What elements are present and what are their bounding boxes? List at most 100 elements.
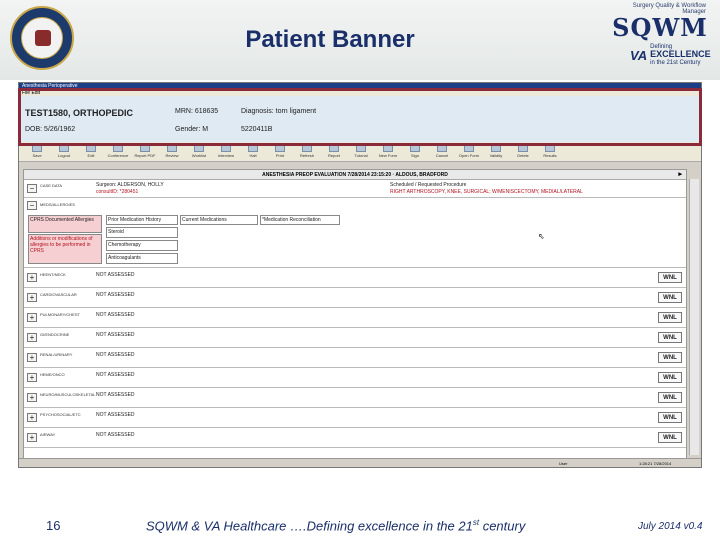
toolbar-button-label: New Form xyxy=(378,153,398,158)
section-name: NEURO/MUSCULOSKELETAL xyxy=(40,392,96,397)
section-list: + HEENT/NECK NOT ASSESSED WNL + CARDIOVASCULA… xyxy=(24,268,686,448)
toolbar-button-label: Tutorial xyxy=(354,153,368,158)
slide: Patient Banner Surgery Quality & Workflo… xyxy=(0,0,720,540)
section-status: NOT ASSESSED xyxy=(96,272,135,278)
toolbar-button-label: Results xyxy=(543,153,557,158)
footer-text: SQWM & VA Healthcare ….Defining excellen… xyxy=(146,518,525,533)
section-row: + GI/ENDOCRINE NOT ASSESSED WNL xyxy=(24,328,686,348)
expand-button[interactable]: + xyxy=(27,333,37,342)
surgeon-label: Surgeon: ALDERSON, HOLLY xyxy=(96,182,164,188)
toolbar-button-label: Print xyxy=(275,153,285,158)
footer-main: SQWM & VA Healthcare ….Defining excellen… xyxy=(146,518,473,534)
toolbar-button-label: Report xyxy=(327,153,340,158)
page-number: 16 xyxy=(46,518,61,533)
expand-button[interactable]: + xyxy=(27,353,37,362)
wnl-button[interactable]: WNL xyxy=(658,432,682,443)
expand-button[interactable]: + xyxy=(27,273,37,282)
consult-label: consultID: *280451 xyxy=(96,189,139,195)
expand-button[interactable]: + xyxy=(27,413,37,422)
form-title-bar: ANESTHESIA PREOP EVALUATION 7/28/2014 23… xyxy=(24,170,686,180)
wnl-button[interactable]: WNL xyxy=(658,272,682,283)
current-medications-tab[interactable]: Current Medications xyxy=(180,215,258,225)
expand-button[interactable]: + xyxy=(27,373,37,382)
form-toggle-button[interactable]: ▸ xyxy=(678,170,682,180)
collapse-button[interactable]: − xyxy=(27,184,37,193)
collapse-button[interactable]: − xyxy=(27,201,37,210)
section-name: PULMONARY/CHEST xyxy=(40,312,80,317)
section-name: GI/ENDOCRINE xyxy=(40,332,70,337)
section-name: HEENT/NECK xyxy=(40,272,66,277)
toolbar-button-label: Delete xyxy=(517,153,529,158)
case-data-label: CASE DATA xyxy=(40,183,63,188)
status-time: 1:28:21 7/28/2014 xyxy=(639,461,672,466)
patient-banner-highlight xyxy=(18,88,702,146)
med-history-item[interactable]: Chemotherapy xyxy=(106,240,178,251)
section-row: + NEURO/MUSCULOSKELETAL NOT ASSESSED WNL xyxy=(24,388,686,408)
wnl-button[interactable]: WNL xyxy=(658,392,682,403)
section-name: CARDIOVASCULAR xyxy=(40,292,77,297)
meds-allergies-row: − MEDS/ALLERGIES CPRS Documented Allergi… xyxy=(24,198,686,268)
wnl-button[interactable]: WNL xyxy=(658,372,682,383)
va-tagline: Defining EXCELLENCE in the 21st Century xyxy=(650,44,711,67)
va-excellence-row: VA Defining EXCELLENCE in the 21st Centu… xyxy=(630,44,711,67)
toolbar-button-label: Refresh xyxy=(299,153,314,158)
section-row: + HEME/ONCO NOT ASSESSED WNL xyxy=(24,368,686,388)
slide-header: Patient Banner Surgery Quality & Workflo… xyxy=(0,0,720,80)
toolbar-button-label: Conference xyxy=(107,153,129,158)
wnl-button[interactable]: WNL xyxy=(658,352,682,363)
med-reconciliation-tab[interactable]: *Medication Reconciliation xyxy=(260,215,340,225)
status-bar: User 1:28:21 7/28/2014 xyxy=(19,458,701,467)
vertical-scrollbar[interactable] xyxy=(689,179,699,455)
section-status: NOT ASSESSED xyxy=(96,352,135,358)
sqwm-logo: Surgery Quality & Workflow Manager SQWM … xyxy=(610,3,711,77)
toolbar-button-label: Cancel xyxy=(435,153,449,158)
section-status: NOT ASSESSED xyxy=(96,292,135,298)
section-name: AIRWAY xyxy=(40,432,56,437)
expand-button[interactable]: + xyxy=(27,313,37,322)
excellence-text: EXCELLENCE xyxy=(650,49,711,59)
case-data-row: − CASE DATA Surgeon: ALDERSON, HOLLY con… xyxy=(24,180,686,198)
med-history-item[interactable]: Anticoagulants xyxy=(106,253,178,264)
section-row: + AIRWAY NOT ASSESSED WNL xyxy=(24,428,686,448)
century-text: in the 21st Century xyxy=(650,60,701,66)
scheduled-label: Scheduled / Requested Procedure xyxy=(390,182,467,188)
toolbar-button-label: Logout xyxy=(57,153,71,158)
mouse-cursor-icon: ⇖ xyxy=(538,232,545,241)
section-status: NOT ASSESSED xyxy=(96,392,135,398)
wnl-button[interactable]: WNL xyxy=(658,292,682,303)
sqwm-wordmark: SQWM xyxy=(612,13,708,42)
section-status: NOT ASSESSED xyxy=(96,412,135,418)
toolbar-button-label: Halt xyxy=(249,153,257,158)
toolbar-button-label: Worklist xyxy=(191,153,207,158)
section-name: PSYCHOSOCIAL/ETC xyxy=(40,412,81,417)
toolbar-button-label: Edit xyxy=(87,153,95,158)
cprs-allergies-box: CPRS Documented Allergies xyxy=(28,215,102,233)
preop-form: ANESTHESIA PREOP EVALUATION 7/28/2014 23… xyxy=(23,169,687,459)
expand-button[interactable]: + xyxy=(27,393,37,402)
med-history-item[interactable]: Steroid xyxy=(106,227,178,238)
section-row: + HEENT/NECK NOT ASSESSED WNL xyxy=(24,268,686,288)
expand-button[interactable]: + xyxy=(27,433,37,442)
toolbar-button-label: Interview xyxy=(217,153,234,158)
section-name: HEME/ONCO xyxy=(40,372,65,377)
expand-button[interactable]: + xyxy=(27,293,37,302)
section-status: NOT ASSESSED xyxy=(96,372,135,378)
footer-version: July 2014 v0.4 xyxy=(638,521,703,532)
meds-allergies-label: MEDS/ALLERGIES xyxy=(40,202,75,207)
toolbar-button-label: Save xyxy=(32,153,42,158)
section-status: NOT ASSESSED xyxy=(96,312,135,318)
toolbar-button-label: Open Form xyxy=(458,153,480,158)
allergy-additions-box: Additions or modifications of allergies … xyxy=(28,234,102,264)
section-row: + PSYCHOSOCIAL/ETC NOT ASSESSED WNL xyxy=(24,408,686,428)
form-title: ANESTHESIA PREOP EVALUATION 7/28/2014 23… xyxy=(262,172,448,178)
wnl-button[interactable]: WNL xyxy=(658,332,682,343)
slide-title: Patient Banner xyxy=(245,26,415,53)
prior-med-history-tab[interactable]: Prior Medication History xyxy=(106,215,178,225)
wnl-button[interactable]: WNL xyxy=(658,412,682,423)
section-row: + RENAL/URINARY NOT ASSESSED WNL xyxy=(24,348,686,368)
section-status: NOT ASSESSED xyxy=(96,332,135,338)
procedure-label: RIGHT ARTHROSCOPY, KNEE, SURGICAL; W/MEN… xyxy=(390,189,583,195)
toolbar-button-label: Review xyxy=(165,153,179,158)
section-status: NOT ASSESSED xyxy=(96,432,135,438)
wnl-button[interactable]: WNL xyxy=(658,312,682,323)
